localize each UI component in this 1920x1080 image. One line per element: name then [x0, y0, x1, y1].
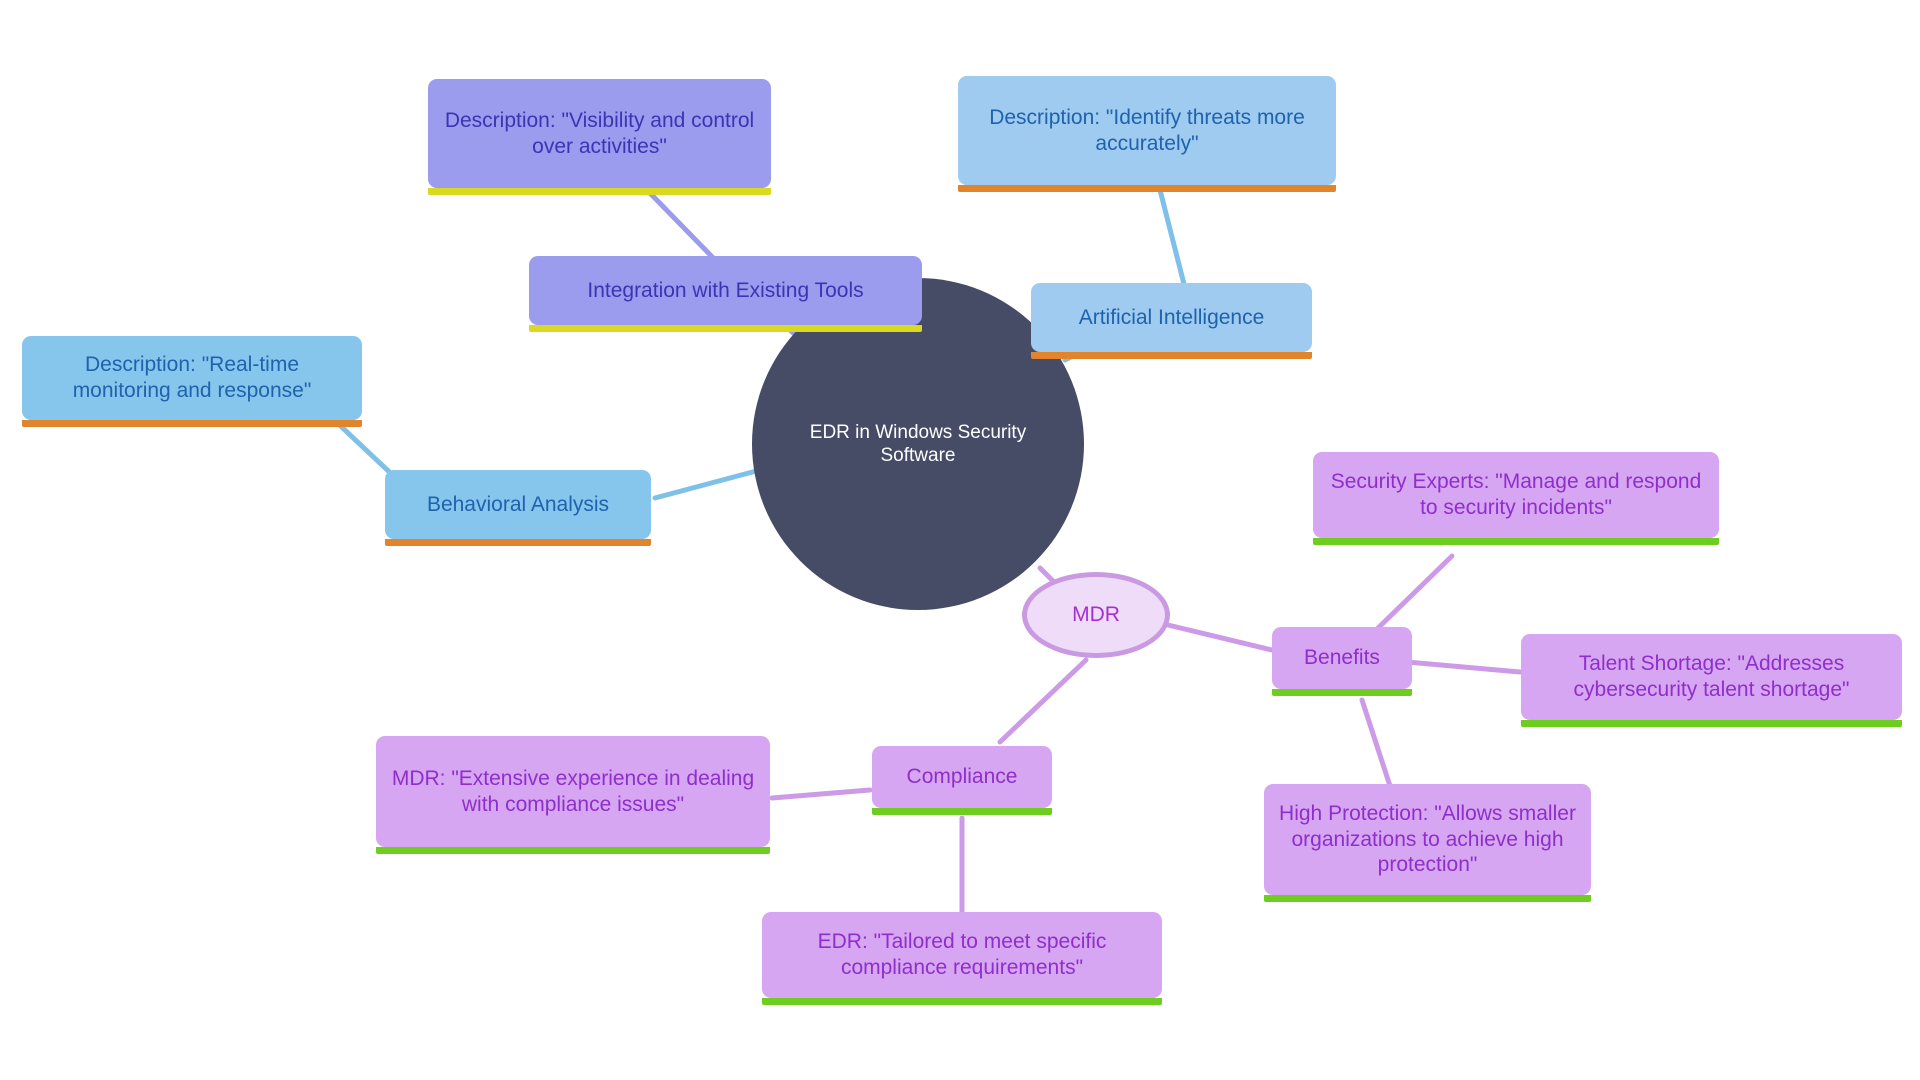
- node-security-experts-label: Security Experts: "Manage and respond to…: [1330, 470, 1702, 519]
- node-high-protection-label: High Protection: "Allows smaller organiz…: [1279, 802, 1576, 877]
- node-artificial-intelligence[interactable]: Artificial Intelligence: [1031, 283, 1312, 359]
- node-behavioral-description-label: Description: "Real-time monitoring and r…: [72, 353, 312, 402]
- edge-compliance-to-compliance-mdr: [769, 787, 873, 801]
- node-behavioral-analysis-label: Behavioral Analysis: [426, 492, 610, 516]
- node-behavioral-description[interactable]: Description: "Real-time monitoring and r…: [22, 336, 362, 427]
- edge-behavioral-to-center: [652, 467, 763, 501]
- node-benefits-label: Benefits: [1304, 646, 1380, 670]
- node-compliance-edr[interactable]: EDR: "Tailored to meet specific complian…: [762, 912, 1162, 1005]
- edge-ai-description-to-ai: [1157, 187, 1188, 291]
- node-ai-description-label: Description: "Identify threats more accu…: [989, 105, 1305, 155]
- node-integration-description[interactable]: Description: "Visibility and control ove…: [428, 79, 771, 195]
- node-mdr[interactable]: MDR: [1022, 572, 1170, 658]
- mindmap-canvas: EDR in Windows Security Software Descrip…: [0, 0, 1920, 1080]
- node-artificial-intelligence-label: Artificial Intelligence: [1078, 305, 1265, 329]
- edge-mdr-to-benefits: [1165, 622, 1275, 653]
- node-compliance-mdr-label: MDR: "Extensive experience in dealing wi…: [391, 766, 755, 816]
- edge-mdr-to-compliance: [997, 657, 1089, 745]
- edge-benefits-to-high-protection: [1359, 697, 1393, 789]
- node-compliance[interactable]: Compliance: [872, 746, 1052, 815]
- node-integration-label: Integration with Existing Tools: [587, 278, 864, 302]
- node-talent-shortage[interactable]: Talent Shortage: "Addresses cybersecurit…: [1521, 634, 1902, 727]
- edge-benefits-to-security-experts: [1373, 553, 1455, 633]
- node-compliance-label: Compliance: [906, 765, 1018, 789]
- node-compliance-edr-label: EDR: "Tailored to meet specific complian…: [817, 930, 1107, 979]
- node-mdr-label: MDR: [1072, 603, 1120, 627]
- node-security-experts[interactable]: Security Experts: "Manage and respond to…: [1313, 452, 1719, 545]
- node-behavioral-analysis[interactable]: Behavioral Analysis: [385, 470, 651, 546]
- node-compliance-mdr[interactable]: MDR: "Extensive experience in dealing wi…: [376, 736, 770, 854]
- node-integration-description-label: Description: "Visibility and control ove…: [444, 108, 755, 158]
- center-node-label: EDR in Windows Security Software: [809, 421, 1027, 466]
- node-talent-shortage-label: Talent Shortage: "Addresses cybersecurit…: [1573, 652, 1850, 701]
- node-benefits[interactable]: Benefits: [1272, 627, 1412, 696]
- node-high-protection[interactable]: High Protection: "Allows smaller organiz…: [1264, 784, 1591, 902]
- node-integration[interactable]: Integration with Existing Tools: [529, 256, 922, 332]
- node-ai-description[interactable]: Description: "Identify threats more accu…: [958, 76, 1336, 192]
